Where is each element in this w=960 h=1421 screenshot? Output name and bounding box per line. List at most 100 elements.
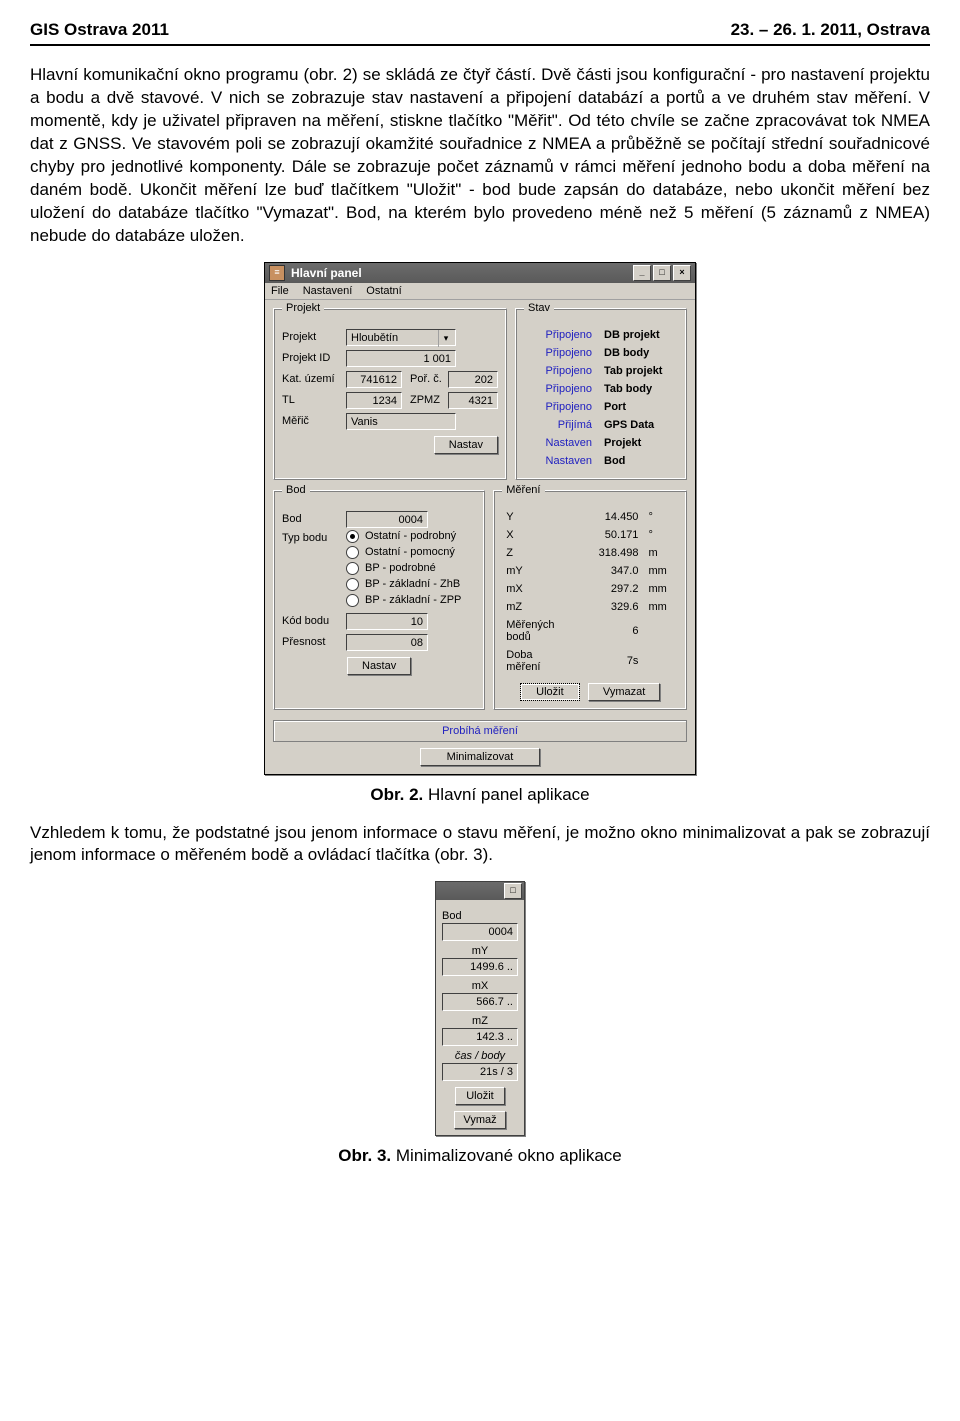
field-projekt-id[interactable]: 1 001	[346, 350, 456, 367]
mereni-row: X50.171°	[504, 527, 676, 543]
field-kat-uzemi[interactable]: 741612	[346, 371, 402, 388]
button-nastav-bod[interactable]: Nastav	[347, 657, 411, 675]
mini-max-icon[interactable]: □	[504, 883, 522, 899]
app-window-mini: □ Bod 0004 mY 1499.6 .. mX 566.7 .. mZ 1…	[435, 881, 525, 1136]
field-tl[interactable]: 1234	[346, 392, 402, 409]
stav-row: PřipojenoTab body	[526, 381, 676, 397]
radio-label: BP - základní - ZhB	[365, 578, 460, 590]
legend-stav: Stav	[524, 302, 554, 314]
radio-icon	[346, 562, 359, 575]
menubar: File Nastavení Ostatní	[265, 283, 695, 300]
status-bar: Probíhá měření	[273, 720, 687, 742]
radio-label: Ostatní - podrobný	[365, 530, 456, 542]
mini-label-mx: mX	[442, 980, 518, 992]
radio-label: BP - základní - ZPP	[365, 594, 461, 606]
paragraph-1: Hlavní komunikační okno programu (obr. 2…	[30, 64, 930, 248]
stav-row: PřipojenoDB body	[526, 345, 676, 361]
mereni-row: mX297.2mm	[504, 581, 676, 597]
mereni-row: Měřených bodů6	[504, 617, 676, 645]
mini-label-mz: mZ	[442, 1015, 518, 1027]
mereni-row: mZ329.6mm	[504, 599, 676, 615]
mini-label-bod: Bod	[442, 910, 518, 922]
button-vymazat[interactable]: Vymazat	[588, 683, 660, 701]
label-typ-bodu: Typ bodu	[282, 532, 342, 544]
mereni-row: Z318.498m	[504, 545, 676, 561]
field-presnost[interactable]: 08	[346, 634, 428, 651]
paragraph-2: Vzhledem k tomu, že podstatné jsou jenom…	[30, 822, 930, 868]
label-por-c: Poř. č.	[410, 373, 444, 385]
java-icon: ≡	[269, 265, 285, 281]
titlebar[interactable]: ≡ Hlavní panel _ □ ×	[265, 263, 695, 283]
legend-bod: Bod	[282, 484, 310, 496]
mini-field-bod[interactable]: 0004	[442, 923, 518, 941]
field-por-c[interactable]: 202	[448, 371, 498, 388]
mini-field-mz: 142.3 ..	[442, 1028, 518, 1046]
stav-table: PřipojenoDB projekt PřipojenoDB body Při…	[524, 325, 678, 471]
label-tl: TL	[282, 394, 342, 406]
mereni-row: Y14.450°	[504, 509, 676, 525]
combo-projekt[interactable]: Hloubětín	[346, 329, 456, 346]
stav-row: NastavenBod	[526, 453, 676, 469]
mini-field-my: 1499.6 ..	[442, 958, 518, 976]
group-stav: Stav PřipojenoDB projekt PřipojenoDB bod…	[515, 308, 687, 480]
stav-row: PřijímáGPS Data	[526, 417, 676, 433]
radio-icon	[346, 530, 359, 543]
mini-titlebar[interactable]: □	[436, 882, 524, 900]
label-bod: Bod	[282, 513, 342, 525]
radio-bp-podrobne[interactable]: BP - podrobné	[346, 562, 476, 575]
header-right: 23. – 26. 1. 2011, Ostrava	[731, 20, 930, 40]
field-bod[interactable]: 0004	[346, 511, 428, 528]
legend-mereni: Měření	[502, 484, 544, 496]
label-projekt-id: Projekt ID	[282, 352, 342, 364]
stav-row: PřipojenoDB projekt	[526, 327, 676, 343]
button-ulozit[interactable]: Uložit	[520, 683, 580, 701]
label-kod-bodu: Kód bodu	[282, 615, 342, 627]
legend-projekt: Projekt	[282, 302, 324, 314]
label-projekt: Projekt	[282, 331, 342, 343]
field-kod-bodu[interactable]: 10	[346, 613, 428, 630]
mini-field-cas: 21s / 3	[442, 1063, 518, 1081]
radio-bp-zpp[interactable]: BP - základní - ZPP	[346, 594, 476, 607]
mereni-table: Y14.450° X50.171° Z318.498m mY347.0mm mX…	[502, 507, 678, 677]
stav-row: PřipojenoTab projekt	[526, 363, 676, 379]
button-minimalizovat[interactable]: Minimalizovat	[420, 748, 540, 766]
group-bod: Bod Bod 0004 Typ bodu Ostatní - podrobný	[273, 490, 485, 710]
field-zpmz[interactable]: 4321	[448, 392, 498, 409]
radio-icon	[346, 594, 359, 607]
mini-button-ulozit[interactable]: Uložit	[455, 1087, 505, 1105]
field-meric[interactable]: Vanis	[346, 413, 456, 430]
radio-label: Ostatní - pomocný	[365, 546, 455, 558]
menu-ostatni[interactable]: Ostatní	[366, 285, 401, 297]
stav-row: PřipojenoPort	[526, 399, 676, 415]
caption-obr2: Obr. 2. Hlavní panel aplikace	[30, 785, 930, 805]
header-rule	[30, 44, 930, 46]
stav-row: NastavenProjekt	[526, 435, 676, 451]
menu-file[interactable]: File	[271, 285, 289, 297]
group-mereni: Měření Y14.450° X50.171° Z318.498m mY347…	[493, 490, 687, 710]
radio-ostatni-podrobny[interactable]: Ostatní - podrobný	[346, 530, 476, 543]
mini-button-vymaz[interactable]: Vymaž	[454, 1111, 505, 1129]
mereni-row: mY347.0mm	[504, 563, 676, 579]
menu-nastaveni[interactable]: Nastavení	[303, 285, 353, 297]
app-window-main: ≡ Hlavní panel _ □ × File Nastavení Osta…	[264, 262, 696, 775]
mini-label-my: mY	[442, 945, 518, 957]
maximize-icon[interactable]: □	[653, 265, 671, 281]
radio-label: BP - podrobné	[365, 562, 436, 574]
radio-icon	[346, 546, 359, 559]
header-left: GIS Ostrava 2011	[30, 20, 169, 40]
mereni-row: Doba měření7s	[504, 647, 676, 675]
close-icon[interactable]: ×	[673, 265, 691, 281]
radio-ostatni-pomocny[interactable]: Ostatní - pomocný	[346, 546, 476, 559]
mini-field-mx: 566.7 ..	[442, 993, 518, 1011]
group-projekt: Projekt Projekt Hloubětín Projekt ID 1 0…	[273, 308, 507, 480]
label-kat-uzemi: Kat. území	[282, 373, 342, 385]
label-meric: Měřič	[282, 415, 342, 427]
button-nastav-projekt[interactable]: Nastav	[434, 436, 498, 454]
minimize-icon[interactable]: _	[633, 265, 651, 281]
label-zpmz: ZPMZ	[410, 394, 444, 406]
caption-obr3: Obr. 3. Minimalizované okno aplikace	[30, 1146, 930, 1166]
radio-bp-zhb[interactable]: BP - základní - ZhB	[346, 578, 476, 591]
label-presnost: Přesnost	[282, 636, 342, 648]
window-title: Hlavní panel	[291, 266, 362, 280]
radio-icon	[346, 578, 359, 591]
